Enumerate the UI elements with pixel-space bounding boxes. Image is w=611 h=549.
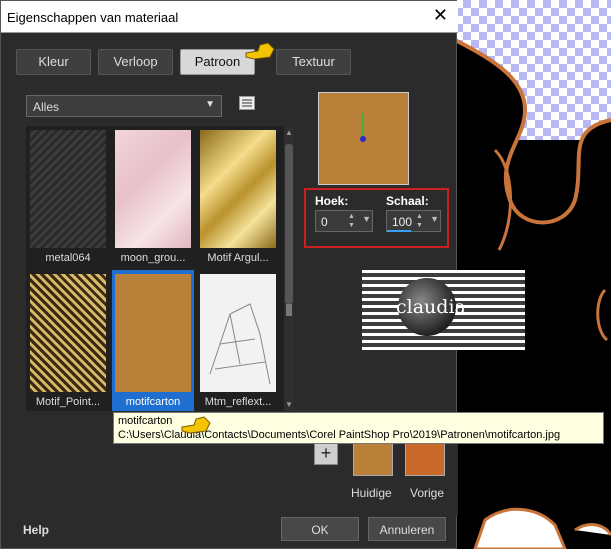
scale-input[interactable]: 100 ▲ ▼ ▼ <box>386 210 441 232</box>
pointing-hand-icon <box>245 42 275 60</box>
pattern-tile-mtm-reflext[interactable]: Mtm_reflext... <box>197 270 279 411</box>
tab-kleur[interactable]: Kleur <box>16 49 91 75</box>
pattern-thumbnail <box>30 274 106 392</box>
angle-handle-icon[interactable] <box>319 93 408 184</box>
pattern-tile-metal064[interactable]: metal064 <box>27 126 109 267</box>
pattern-label: metal064 <box>45 252 91 264</box>
scale-label: Schaal: <box>386 194 429 208</box>
scale-progress-bar <box>387 230 411 232</box>
claudia-watermark-logo: claudia <box>362 270 525 350</box>
pattern-grid-scrollbar[interactable]: ▲ ▼ <box>284 126 294 411</box>
ok-button[interactable]: OK <box>281 517 359 541</box>
pattern-label: moon_grou... <box>120 252 186 264</box>
previous-swatch-label: Vorige <box>410 486 445 500</box>
scrollbar-thumb[interactable] <box>285 144 293 304</box>
pattern-thumbnail <box>115 130 191 248</box>
angle-value: 0 <box>321 215 328 229</box>
pattern-tile-motif-argul[interactable]: Motif Argul... <box>197 126 279 267</box>
pattern-preview[interactable] <box>318 92 409 185</box>
list-view-icon[interactable] <box>239 96 255 110</box>
close-icon[interactable]: ✕ <box>433 6 448 24</box>
material-properties-dialog: Eigenschappen van materiaal ✕ Kleur Verl… <box>0 0 525 549</box>
spin-arrows-icon[interactable]: ▲ ▼ <box>416 212 426 230</box>
scrollbar-grip <box>286 304 292 316</box>
pattern-thumbnail <box>115 274 191 392</box>
previous-swatch[interactable] <box>405 442 445 476</box>
category-select[interactable]: Alles ▼ <box>26 95 222 117</box>
current-swatch[interactable] <box>353 442 393 476</box>
tab-verloop[interactable]: Verloop <box>98 49 173 75</box>
pattern-tile-motif-point[interactable]: Motif_Point... <box>27 270 109 411</box>
scroll-down-icon[interactable]: ▼ <box>284 400 294 410</box>
chevron-down-icon[interactable]: ▼ <box>362 214 371 224</box>
chevron-down-icon[interactable]: ▼ <box>430 214 439 224</box>
scale-value: 100 <box>392 215 413 229</box>
scroll-up-icon[interactable]: ▲ <box>284 128 294 138</box>
sketch-drawing <box>209 303 271 385</box>
pattern-grid: metal064 moon_grou... Motif Argul... Mot… <box>26 126 284 411</box>
pattern-label: motifcarton <box>125 396 181 408</box>
pattern-tile-moon-ground[interactable]: moon_grou... <box>112 126 194 267</box>
spin-arrows-icon[interactable]: ▲ ▼ <box>348 212 358 230</box>
pattern-label: Motif Argul... <box>207 252 269 264</box>
add-swatch-button[interactable]: + <box>314 441 338 465</box>
angle-label: Hoek: <box>315 194 349 208</box>
angle-input[interactable]: 0 ▲ ▼ ▼ <box>315 210 373 232</box>
pattern-tile-motifcarton[interactable]: motifcarton <box>112 270 194 411</box>
dialog-titlebar: Eigenschappen van materiaal ✕ <box>1 1 458 33</box>
dialog-title: Eigenschappen van materiaal <box>7 10 179 25</box>
chevron-down-icon: ▼ <box>205 99 215 110</box>
pattern-thumbnail <box>200 274 276 392</box>
current-swatch-label: Huidige <box>351 486 392 500</box>
pattern-thumbnail <box>200 130 276 248</box>
pointing-hand-icon <box>181 416 211 434</box>
cancel-button[interactable]: Annuleren <box>368 517 446 541</box>
tab-textuur[interactable]: Textuur <box>276 49 351 75</box>
logo-text: claudia <box>396 296 466 318</box>
category-select-value: Alles <box>33 100 60 114</box>
pattern-label: Motif_Point... <box>35 396 101 408</box>
pattern-thumbnail <box>30 130 106 248</box>
help-link[interactable]: Help <box>23 523 49 537</box>
pattern-label: Mtm_reflext... <box>204 396 272 408</box>
